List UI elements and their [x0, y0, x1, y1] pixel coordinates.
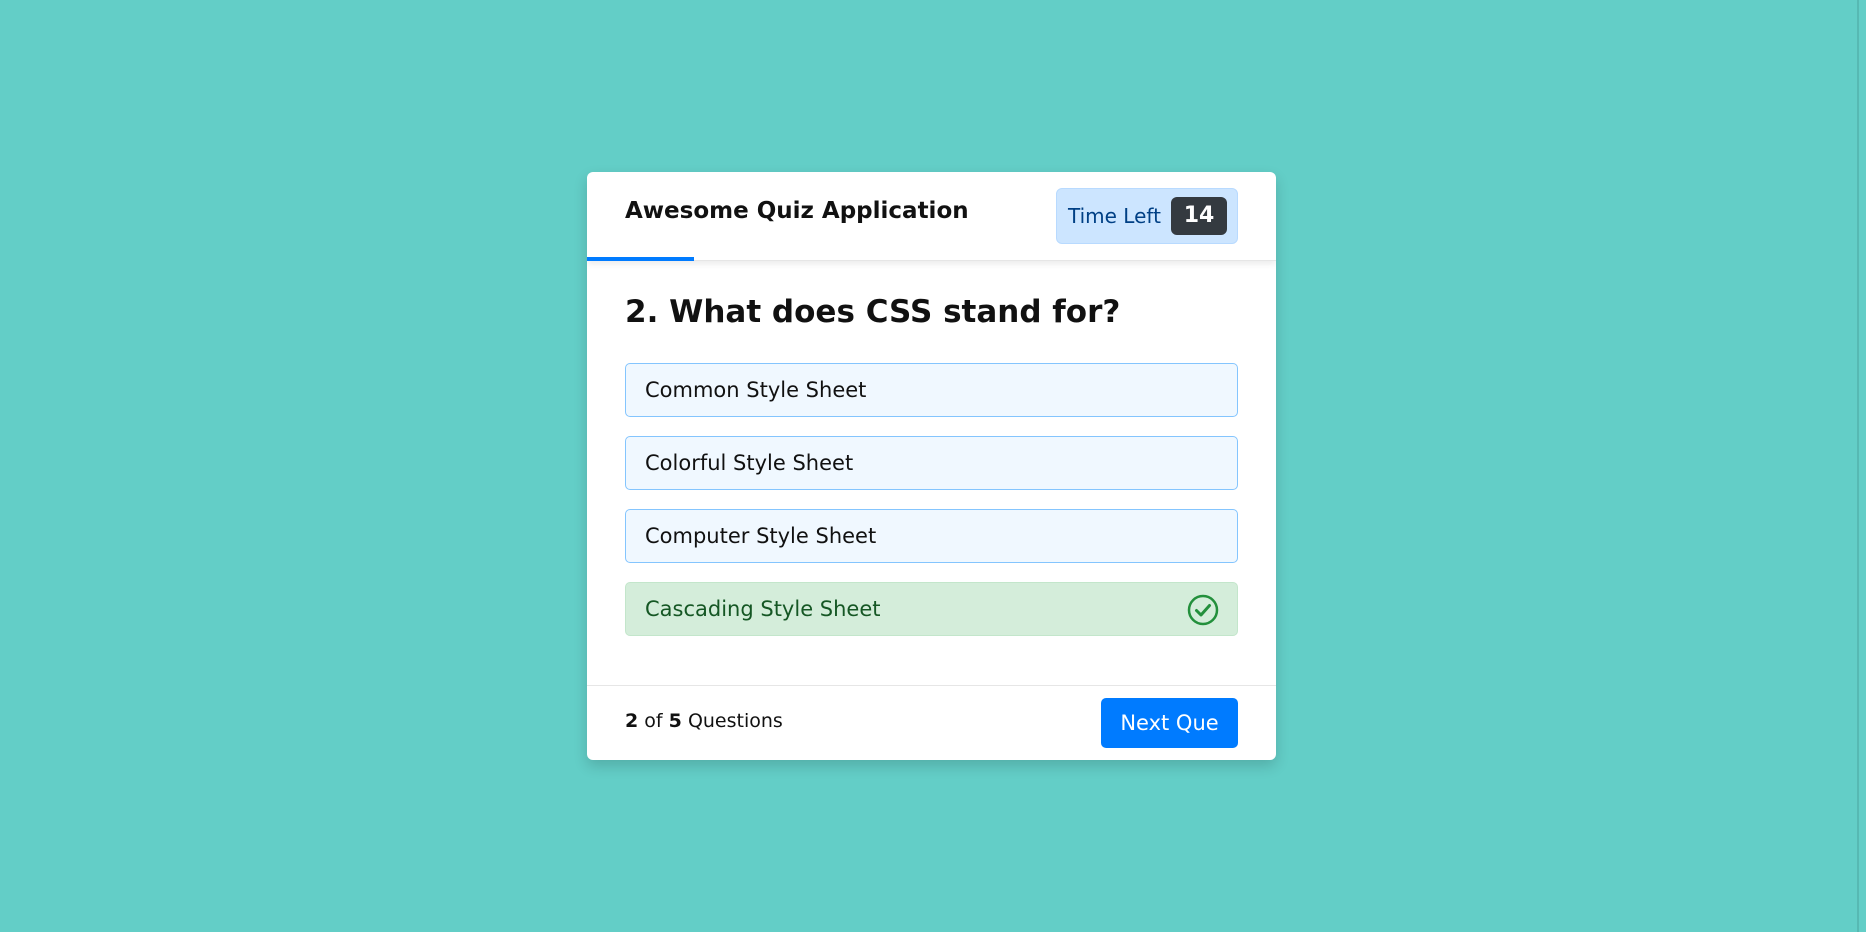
app-title: Awesome Quiz Application: [625, 198, 969, 224]
check-circle-icon: [1187, 594, 1219, 626]
option-cascading-style-sheet[interactable]: Cascading Style Sheet: [625, 582, 1238, 636]
option-colorful-style-sheet[interactable]: Colorful Style Sheet: [625, 436, 1238, 490]
option-common-style-sheet[interactable]: Common Style Sheet: [625, 363, 1238, 417]
quiz-footer: 2 of 5 Questions Next Que: [587, 685, 1276, 760]
timer-label: Time Left: [1068, 204, 1161, 228]
option-label: Common Style Sheet: [645, 378, 867, 402]
window-edge-divider: [1857, 0, 1859, 932]
timer: Time Left 14: [1056, 188, 1238, 244]
option-label: Cascading Style Sheet: [645, 597, 881, 621]
question-counter: 2 of 5 Questions: [625, 710, 783, 732]
total-question-number: 5: [668, 710, 682, 732]
option-list: Common Style Sheet Colorful Style Sheet …: [625, 363, 1238, 655]
option-computer-style-sheet[interactable]: Computer Style Sheet: [625, 509, 1238, 563]
current-question-number: 2: [625, 710, 639, 732]
question-text: 2. What does CSS stand for?: [625, 294, 1121, 330]
quiz-box: Awesome Quiz Application Time Left 14 2.…: [587, 172, 1276, 760]
next-question-button[interactable]: Next Que: [1101, 698, 1238, 748]
of-text: of: [644, 710, 663, 732]
option-label: Colorful Style Sheet: [645, 451, 854, 475]
timer-seconds: 14: [1171, 197, 1227, 235]
quiz-header: Awesome Quiz Application Time Left 14: [587, 172, 1276, 261]
questions-text: Questions: [687, 710, 783, 732]
option-label: Computer Style Sheet: [645, 524, 877, 548]
time-progress-line: [587, 257, 694, 261]
